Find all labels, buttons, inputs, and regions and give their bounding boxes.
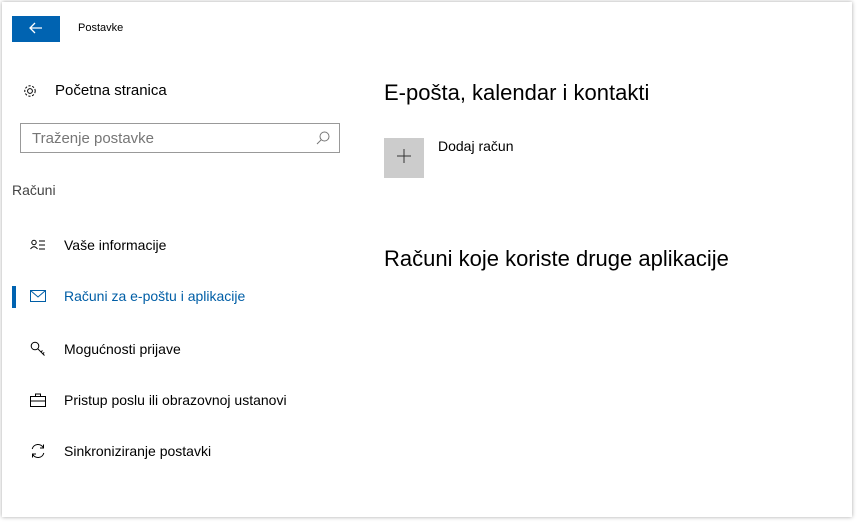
person-info-icon <box>28 239 48 251</box>
back-arrow-icon <box>29 21 43 37</box>
briefcase-icon <box>28 393 48 407</box>
mail-icon <box>28 290 48 302</box>
search-input[interactable] <box>30 128 315 148</box>
sidebar-item-label: Sinkroniziranje postavki <box>64 443 212 459</box>
plus-icon <box>396 148 412 169</box>
active-indicator <box>12 286 16 308</box>
sidebar-item-label: Računi za e-poštu i aplikacije <box>64 288 246 304</box>
key-icon <box>28 341 48 357</box>
settings-window: Postavke Početna stranica Računi <box>2 2 852 517</box>
other-apps-title: Računi koje koriste druge aplikacije <box>384 246 729 271</box>
section-header: Računi <box>12 182 56 198</box>
title-bar: Postavke <box>2 2 852 42</box>
search-icon[interactable] <box>315 130 331 146</box>
sync-icon <box>28 443 48 459</box>
sidebar-item-sync-settings[interactable]: Sinkroniziranje postavki <box>2 434 342 468</box>
sidebar-item-label: Mogućnosti prijave <box>64 341 181 357</box>
add-account-button[interactable]: Dodaj račun <box>384 138 514 178</box>
search-box[interactable] <box>20 123 340 153</box>
sidebar-item-label: Vaše informacije <box>64 237 167 253</box>
add-account-tile[interactable] <box>384 138 424 178</box>
sidebar-item-your-info[interactable]: Vaše informacije <box>2 228 342 262</box>
back-button[interactable] <box>12 16 60 42</box>
home-link[interactable]: Početna stranica <box>22 82 167 99</box>
sidebar-item-sign-in-options[interactable]: Mogućnosti prijave <box>2 332 342 366</box>
gear-icon <box>22 83 44 99</box>
sidebar-item-email-accounts[interactable]: Računi za e-poštu i aplikacije <box>2 279 342 313</box>
page-title: E-pošta, kalendar i kontakti <box>384 80 650 105</box>
home-label: Početna stranica <box>55 82 167 99</box>
sidebar-item-work-access[interactable]: Pristup poslu ili obrazovnoj ustanovi <box>2 383 342 417</box>
add-account-label: Dodaj račun <box>438 138 514 154</box>
window-title: Postavke <box>78 22 124 34</box>
sidebar-item-label: Pristup poslu ili obrazovnoj ustanovi <box>64 392 287 408</box>
